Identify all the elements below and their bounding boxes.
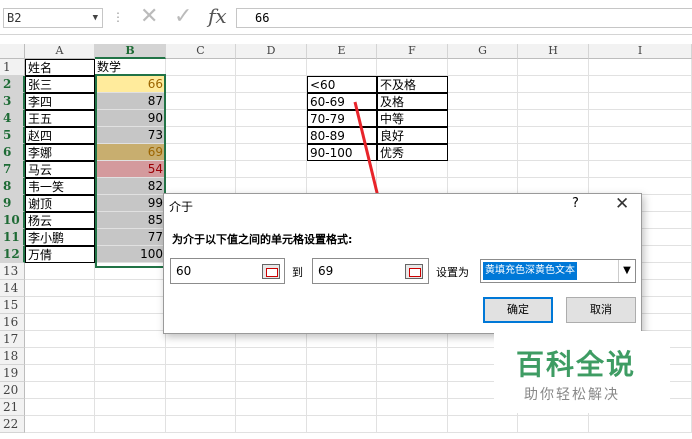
dialog-title: 介于	[169, 200, 194, 214]
range-picker-icon[interactable]	[262, 264, 280, 279]
ok-button[interactable]: 确定	[483, 297, 553, 323]
set-as-label: 设置为	[436, 266, 469, 279]
dialog-prompt: 为介于以下值之间的单元格设置格式:	[172, 233, 353, 246]
range-picker-icon[interactable]	[405, 264, 423, 279]
watermark-title: 百科全说	[516, 348, 637, 381]
to-label: 到	[292, 266, 303, 279]
close-icon[interactable]: ✕	[615, 194, 629, 214]
watermark: 百科全说 助你轻松解决	[494, 331, 670, 413]
between-dialog: 介于 ? ✕ 为介于以下值之间的单元格设置格式: 60 到 69 设置为 黄填充…	[163, 193, 642, 334]
help-icon[interactable]: ?	[572, 196, 579, 211]
format-select-value: 黄填充色深黄色文本	[483, 262, 577, 280]
cancel-button[interactable]: 取消	[566, 297, 636, 323]
format-select[interactable]: 黄填充色深黄色文本 ▼	[480, 259, 636, 283]
chevron-down-icon[interactable]: ▼	[618, 260, 635, 282]
watermark-subtitle: 助你轻松解决	[524, 387, 620, 403]
